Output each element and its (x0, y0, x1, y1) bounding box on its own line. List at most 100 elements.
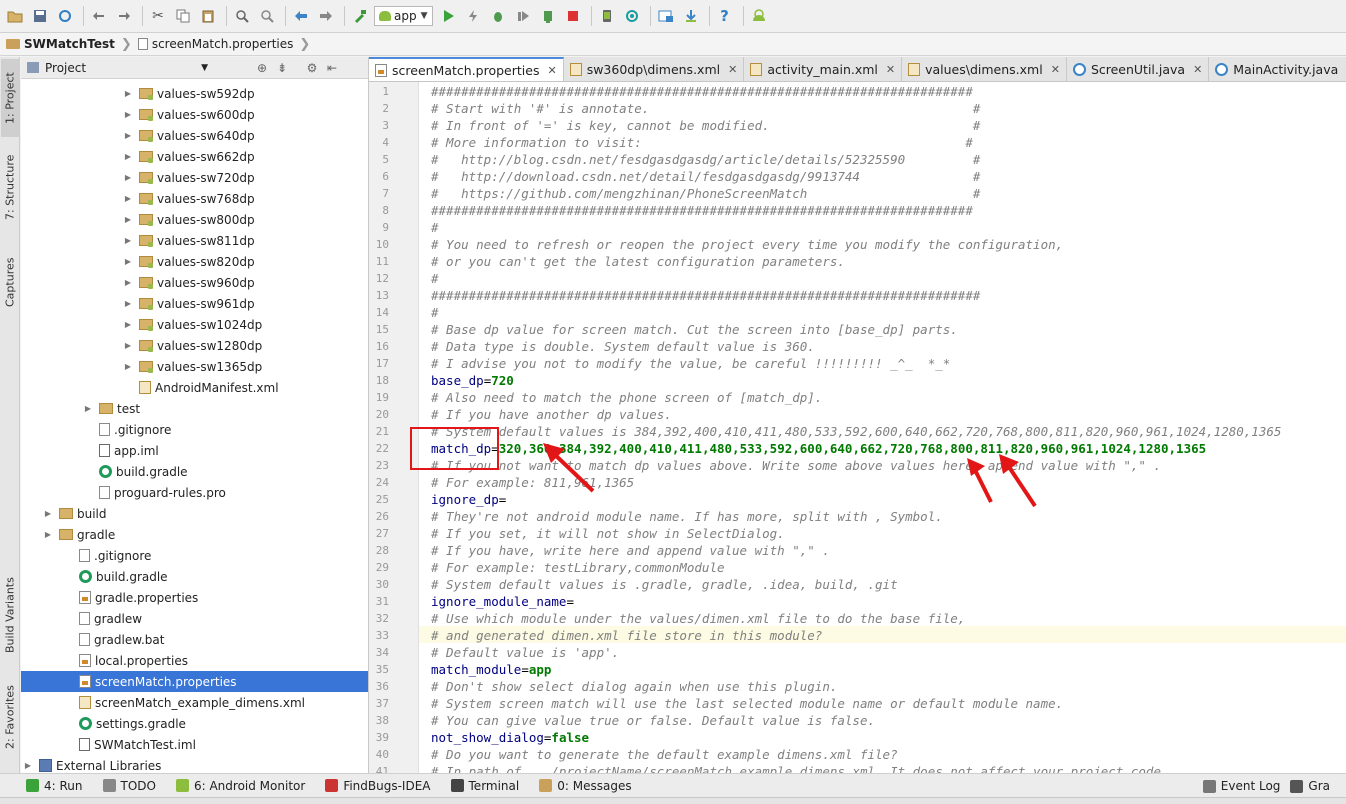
tree-item[interactable]: ▶ values-sw720dp (21, 167, 368, 188)
project-structure-icon[interactable] (655, 5, 677, 27)
profile-icon[interactable] (537, 5, 559, 27)
tool-tab-project[interactable]: 1: Project (1, 59, 19, 137)
replace-icon[interactable] (256, 5, 278, 27)
paste-icon[interactable] (197, 5, 219, 27)
close-icon[interactable]: ✕ (1051, 63, 1060, 76)
bottom-tool-tab[interactable]: Event Log (1202, 779, 1280, 793)
tree-item[interactable]: screenMatch_example_dimens.xml (21, 692, 368, 713)
bottom-tool-tab[interactable]: 0: Messages (539, 779, 632, 793)
bottom-tool-tab[interactable]: Terminal (450, 779, 519, 793)
tree-item[interactable]: ▶ gradle (21, 524, 368, 545)
tree-item[interactable]: ▶ values-sw961dp (21, 293, 368, 314)
tree-item[interactable]: build.gradle (21, 461, 368, 482)
tree-item[interactable]: gradlew.bat (21, 629, 368, 650)
editor-tab[interactable]: ScreenUtil.java ✕ (1066, 57, 1210, 81)
editor-tab[interactable]: screenMatch.properties ✕ (369, 57, 564, 81)
tree-item[interactable]: ▶ values-sw1024dp (21, 314, 368, 335)
build-icon[interactable] (349, 5, 371, 27)
chevron-right-icon[interactable]: ▶ (123, 299, 133, 308)
avd-manager-icon[interactable] (596, 5, 618, 27)
sdk-manager-icon[interactable] (621, 5, 643, 27)
open-folder-icon[interactable] (4, 5, 26, 27)
chevron-right-icon[interactable]: ▶ (123, 341, 133, 350)
hide-panel-icon[interactable]: ⇤ (322, 61, 342, 75)
tool-tab-favorites[interactable]: 2: Favorites (1, 677, 19, 757)
cut-icon[interactable]: ✂ (147, 5, 169, 27)
close-icon[interactable]: ✕ (547, 64, 556, 77)
forward-icon[interactable] (315, 5, 337, 27)
chevron-right-icon[interactable]: ▶ (123, 215, 133, 224)
sdk-download-icon[interactable] (680, 5, 702, 27)
close-icon[interactable]: ✕ (728, 63, 737, 76)
chevron-right-icon[interactable]: ▶ (23, 761, 33, 770)
debug-lightning-icon[interactable] (462, 5, 484, 27)
editor-tab[interactable]: activity_main.xml ✕ (744, 57, 903, 81)
tree-item[interactable]: ▶ values-sw600dp (21, 104, 368, 125)
bottom-tool-tab[interactable]: 6: Android Monitor (175, 779, 305, 793)
find-icon[interactable] (231, 5, 253, 27)
tree-item[interactable]: ▶ values-sw640dp (21, 125, 368, 146)
tree-item[interactable]: ▶ values-sw1280dp (21, 335, 368, 356)
coverage-icon[interactable] (512, 5, 534, 27)
editor-tab[interactable]: sw360dp\dimens.xml ✕ (563, 57, 745, 81)
bottom-tool-tab[interactable]: Gra (1290, 779, 1330, 793)
tree-item[interactable]: ▶ values-sw768dp (21, 188, 368, 209)
copy-icon[interactable] (172, 5, 194, 27)
chevron-right-icon[interactable]: ▶ (123, 152, 133, 161)
chevron-right-icon[interactable]: ▶ (123, 173, 133, 182)
gear-icon[interactable]: ⚙ (302, 61, 322, 75)
close-icon[interactable]: ✕ (886, 63, 895, 76)
chevron-right-icon[interactable]: ▶ (123, 362, 133, 371)
run-config-select[interactable]: app ▼ (374, 6, 433, 26)
breadcrumb-project[interactable]: SWMatchTest (6, 37, 121, 51)
run-icon[interactable] (437, 5, 459, 27)
sync-icon[interactable] (54, 5, 76, 27)
tree-item[interactable]: ▶ values-sw820dp (21, 251, 368, 272)
redo-icon[interactable] (113, 5, 135, 27)
tree-item[interactable]: SWMatchTest.iml (21, 734, 368, 755)
tree-item[interactable]: ▶ External Libraries (21, 755, 368, 773)
tree-item[interactable]: .gitignore (21, 419, 368, 440)
chevron-right-icon[interactable]: ▶ (123, 194, 133, 203)
tree-item[interactable]: .gitignore (21, 545, 368, 566)
tree-item[interactable]: ▶ values-sw960dp (21, 272, 368, 293)
breadcrumb-file[interactable]: screenMatch.properties (137, 37, 300, 51)
tree-item[interactable]: proguard-rules.pro (21, 482, 368, 503)
locate-icon[interactable]: ⊕ (252, 61, 272, 75)
chevron-right-icon[interactable]: ▶ (83, 404, 93, 413)
editor-tab[interactable]: values\dimens.xml ✕ (902, 57, 1067, 81)
tool-tab-captures[interactable]: Captures (1, 247, 19, 317)
tree-item[interactable]: ▶ values-sw811dp (21, 230, 368, 251)
chevron-right-icon[interactable]: ▶ (123, 236, 133, 245)
chevron-right-icon[interactable]: ▶ (123, 320, 133, 329)
tree-item[interactable]: AndroidManifest.xml (21, 377, 368, 398)
bottom-tool-tab[interactable]: FindBugs-IDEA (325, 779, 431, 793)
bottom-tool-tab[interactable]: 4: Run (26, 779, 83, 793)
debug-icon[interactable] (487, 5, 509, 27)
tree-item[interactable]: ▶ values-sw662dp (21, 146, 368, 167)
tool-tab-build-variants[interactable]: Build Variants (1, 567, 19, 663)
android-icon[interactable] (748, 5, 770, 27)
tree-item[interactable]: ▶ test (21, 398, 368, 419)
undo-icon[interactable] (88, 5, 110, 27)
chevron-right-icon[interactable]: ▶ (43, 509, 53, 518)
back-icon[interactable] (290, 5, 312, 27)
tree-item[interactable]: gradlew (21, 608, 368, 629)
tree-item[interactable]: ▶ values-sw592dp (21, 83, 368, 104)
tree-item[interactable]: settings.gradle (21, 713, 368, 734)
chevron-right-icon[interactable]: ▶ (123, 257, 133, 266)
bottom-tool-tab[interactable]: TODO (102, 779, 156, 793)
tree-item[interactable]: screenMatch.properties (21, 671, 368, 692)
chevron-right-icon[interactable]: ▶ (123, 131, 133, 140)
code-editor[interactable]: 1 2 3 4 5 6 7 8 9 10 11 12 13 14 15 16 17 18 19 20 21 22 23 24 2… (369, 82, 1346, 773)
chevron-right-icon[interactable]: ▶ (123, 110, 133, 119)
collapse-icon[interactable]: ⇟ (272, 61, 292, 75)
tool-tab-structure[interactable]: 7: Structure (1, 147, 19, 227)
tree-item[interactable]: gradle.properties (21, 587, 368, 608)
tree-item[interactable]: app.iml (21, 440, 368, 461)
tree-item[interactable]: ▶ values-sw800dp (21, 209, 368, 230)
tree-item[interactable]: build.gradle (21, 566, 368, 587)
chevron-right-icon[interactable]: ▶ (123, 278, 133, 287)
tree-item[interactable]: local.properties (21, 650, 368, 671)
save-icon[interactable] (29, 5, 51, 27)
